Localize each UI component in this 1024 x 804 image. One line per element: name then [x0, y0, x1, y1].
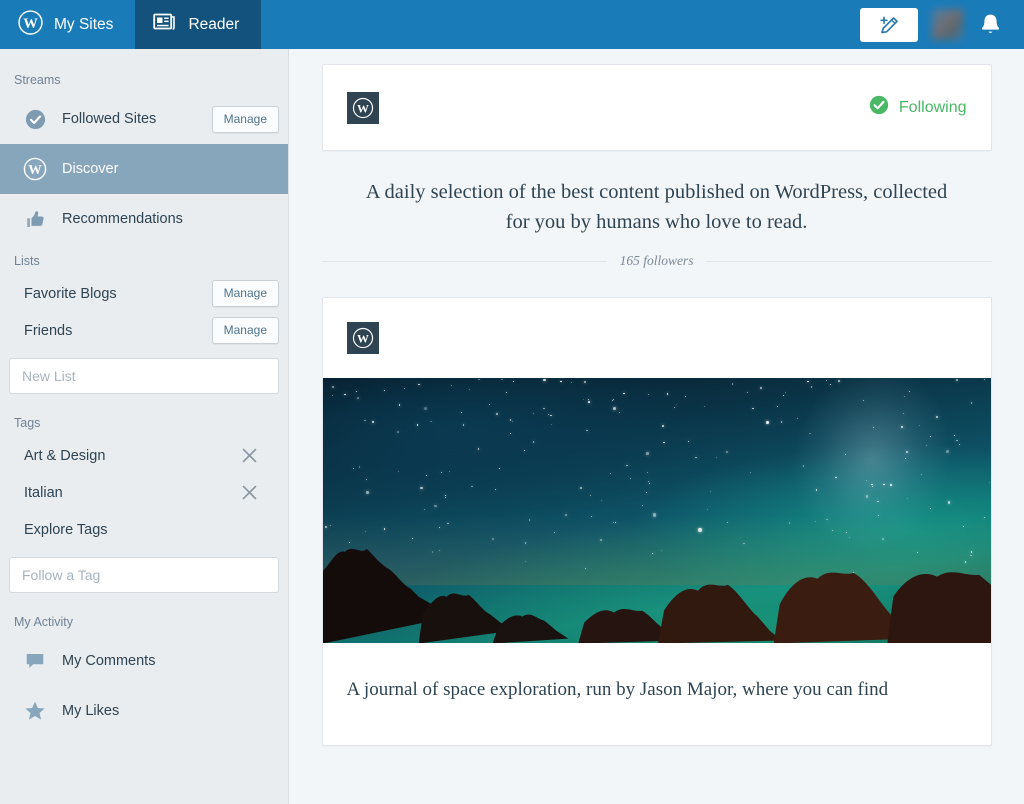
- bell-icon: [981, 14, 1000, 33]
- svg-text:W: W: [357, 101, 369, 115]
- following-label: Following: [898, 98, 967, 116]
- sidebar-item-favorite-blogs[interactable]: Favorite Blogs Manage: [0, 275, 288, 312]
- wordpress-icon: W: [18, 9, 43, 40]
- sidebar-heading-streams: Streams: [14, 73, 61, 87]
- manage-favorite-blogs-button[interactable]: Manage: [211, 280, 279, 307]
- post-site-header: W: [323, 298, 991, 378]
- following-status-badge[interactable]: Following: [868, 94, 967, 121]
- post-featured-image[interactable]: [322, 378, 991, 644]
- reader-icon: [153, 12, 177, 37]
- avatar[interactable]: [932, 9, 963, 40]
- comment-bubble-icon: [22, 650, 48, 672]
- post-card: W A journal of space exploration, run by…: [321, 297, 992, 746]
- tab-my-sites-label: My Sites: [54, 15, 114, 33]
- discover-site-card: W Following: [321, 64, 992, 151]
- wordpress-icon: W: [346, 91, 379, 124]
- close-icon[interactable]: [239, 483, 259, 503]
- new-list-input[interactable]: [9, 358, 279, 394]
- followers-count: 165 followers: [619, 253, 694, 269]
- manage-followed-sites-button[interactable]: Manage: [211, 105, 279, 133]
- checkmark-circle-icon: [868, 94, 890, 121]
- sidebar: Streams Followed Sites Manage W Discover: [0, 49, 289, 804]
- masthead: W My Sites Reader: [0, 0, 1024, 49]
- tab-my-sites[interactable]: W My Sites: [0, 0, 135, 49]
- sidebar-item-followed-sites-label: Followed Sites: [62, 111, 157, 127]
- star-icon: [22, 699, 48, 723]
- sidebar-item-friends-label: Friends: [24, 322, 73, 339]
- sidebar-item-discover[interactable]: W Discover: [0, 144, 288, 194]
- thumbs-up-icon: [22, 208, 48, 231]
- tree-silhouettes: [322, 548, 991, 644]
- divider-line-right: [706, 260, 992, 262]
- masthead-spacer: [261, 0, 860, 49]
- sidebar-item-my-comments[interactable]: My Comments: [0, 636, 288, 686]
- notifications-button[interactable]: [977, 11, 1004, 38]
- sidebar-item-tag-italian-label: Italian: [24, 484, 63, 501]
- sidebar-item-followed-sites[interactable]: Followed Sites Manage: [0, 94, 288, 144]
- sidebar-item-explore-tags[interactable]: Explore Tags: [0, 511, 288, 548]
- sidebar-item-my-comments-label: My Comments: [62, 653, 156, 669]
- sidebar-item-explore-tags-label: Explore Tags: [24, 521, 108, 538]
- svg-text:W: W: [28, 162, 42, 177]
- sidebar-item-my-likes-label: My Likes: [62, 703, 120, 719]
- divider-line-left: [321, 260, 607, 262]
- checkmark-circle-icon: [22, 108, 48, 131]
- close-icon[interactable]: [239, 446, 259, 466]
- wordpress-icon: W: [22, 157, 48, 181]
- sidebar-item-recommendations[interactable]: Recommendations: [0, 194, 288, 244]
- sidebar-heading-lists: Lists: [14, 254, 40, 268]
- sidebar-item-tag-art-design[interactable]: Art & Design: [0, 437, 288, 474]
- pencil-plus-icon: [880, 16, 898, 33]
- sidebar-item-favorite-blogs-label: Favorite Blogs: [24, 285, 117, 302]
- write-post-button[interactable]: [860, 7, 918, 42]
- wordpress-icon: W: [346, 322, 379, 355]
- masthead-actions: [860, 0, 1024, 49]
- sidebar-item-discover-label: Discover: [62, 161, 119, 177]
- sidebar-heading-tags: Tags: [14, 416, 41, 430]
- sidebar-heading-my-activity: My Activity: [14, 615, 74, 629]
- follow-tag-input[interactable]: [9, 557, 279, 593]
- sidebar-item-recommendations-label: Recommendations: [62, 211, 183, 227]
- reader-content: W Following A daily selection of the bes…: [289, 49, 1024, 804]
- manage-friends-button[interactable]: Manage: [211, 317, 279, 344]
- post-excerpt: A journal of space exploration, run by J…: [346, 679, 889, 701]
- discover-description: A daily selection of the best content pu…: [365, 181, 948, 233]
- svg-text:W: W: [23, 15, 38, 31]
- sidebar-item-tag-italian[interactable]: Italian: [0, 474, 288, 511]
- sidebar-item-friends[interactable]: Friends Manage: [0, 312, 288, 349]
- sidebar-item-tag-art-design-label: Art & Design: [24, 447, 106, 464]
- tab-reader[interactable]: Reader: [135, 0, 262, 49]
- svg-text:W: W: [357, 332, 369, 346]
- sidebar-item-my-likes[interactable]: My Likes: [0, 686, 288, 736]
- tab-reader-label: Reader: [188, 15, 240, 33]
- discover-site-header: W Following: [323, 65, 991, 150]
- app-shell: Streams Followed Sites Manage W Discover: [0, 49, 1024, 804]
- followers-divider: 165 followers: [321, 253, 992, 269]
